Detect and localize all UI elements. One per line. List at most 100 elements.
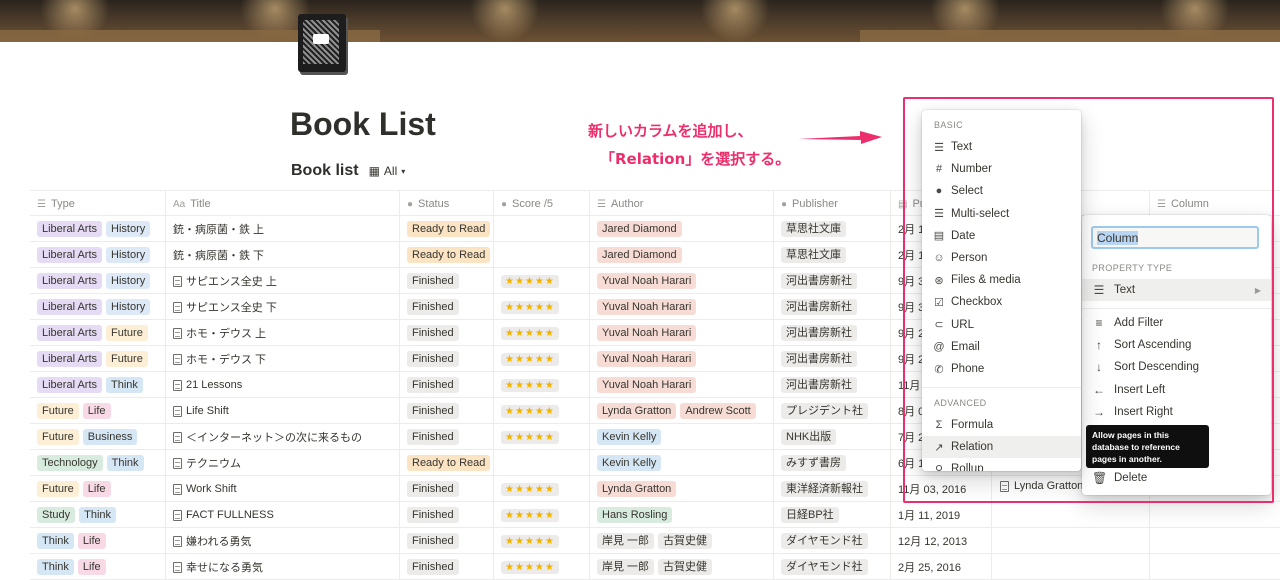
author-cell[interactable]: Lynda Gratton Andrew Scott — [590, 398, 774, 424]
status-cell[interactable]: Finished — [400, 268, 494, 294]
header-author[interactable]: ☰ Author — [590, 191, 774, 217]
title-cell[interactable]: テクニウム — [166, 450, 400, 476]
type-cell[interactable]: Liberal Arts History — [30, 268, 166, 294]
type-cell[interactable]: Future Business — [30, 424, 166, 450]
sort-ascending-button[interactable]: ↑ Sort Ascending — [1082, 334, 1271, 356]
sort-descending-button[interactable]: ↓ Sort Descending — [1082, 356, 1271, 378]
title-cell[interactable]: Work Shift — [166, 476, 400, 502]
status-cell[interactable]: Ready to Read — [400, 242, 494, 268]
title-cell[interactable]: 幸せになる勇気 — [166, 554, 400, 580]
score-cell[interactable]: ★★★★★ — [494, 320, 590, 346]
type-cell[interactable]: Liberal Arts Future — [30, 346, 166, 372]
title-cell[interactable]: ホモ・デウス 上 — [166, 320, 400, 346]
published-cell[interactable]: 12月 12, 2013 — [891, 528, 992, 554]
author-cell[interactable]: Yuval Noah Harari — [590, 320, 774, 346]
score-cell[interactable] — [494, 242, 590, 268]
table-row[interactable]: Think Life 幸せになる勇気 Finished ★★★★★ 岸見 一郎 古賀史健 ダイ… — [30, 554, 1280, 580]
title-cell[interactable]: 銃・病原菌・鉄 下 — [166, 242, 400, 268]
table-row[interactable]: Think Life 嫌われる勇気 Finished ★★★★★ 岸見 一郎 古賀史健 ダイヤ… — [30, 528, 1280, 554]
status-cell[interactable]: Finished — [400, 320, 494, 346]
status-cell[interactable]: Finished — [400, 476, 494, 502]
publisher-cell[interactable]: プレジデント社 — [774, 398, 891, 424]
property-type-selector[interactable]: ☰ Text ▶ — [1082, 279, 1271, 301]
type-cell[interactable]: Think Life — [30, 528, 166, 554]
table-row[interactable]: Study Think FACT FULLNESS Finished ★★★★★ Hans… — [30, 502, 1280, 528]
header-publisher[interactable]: ● Publisher — [774, 191, 891, 217]
title-cell[interactable]: ＜インターネット＞の次に来るもの — [166, 424, 400, 450]
column-cell[interactable] — [1150, 528, 1280, 554]
type-cell[interactable]: Liberal Arts History — [30, 294, 166, 320]
author-cell[interactable]: Jared Diamond — [590, 242, 774, 268]
view-selector[interactable]: ▦ All ▾ — [369, 164, 406, 178]
score-cell[interactable]: ★★★★★ — [494, 502, 590, 528]
delete-property-button[interactable]: 🗑 Delete — [1082, 467, 1271, 489]
author-cell[interactable]: Yuval Noah Harari — [590, 294, 774, 320]
type-cell[interactable]: Liberal Arts Future — [30, 320, 166, 346]
title-cell[interactable]: 21 Lessons — [166, 372, 400, 398]
type-cell[interactable]: Future Life — [30, 476, 166, 502]
insert-left-button[interactable]: ← Insert Left — [1082, 379, 1271, 401]
published-cell[interactable]: 11月 03, 2016 — [891, 476, 992, 502]
score-cell[interactable]: ★★★★★ — [494, 346, 590, 372]
author-cell[interactable]: Yuval Noah Harari — [590, 372, 774, 398]
type-cell[interactable]: Think Life — [30, 554, 166, 580]
score-cell[interactable]: ★★★★★ — [494, 554, 590, 580]
view-title[interactable]: Book list — [291, 162, 359, 180]
title-cell[interactable]: サピエンス全史 下 — [166, 294, 400, 320]
score-cell[interactable]: ★★★★★ — [494, 424, 590, 450]
score-cell[interactable]: ★★★★★ — [494, 268, 590, 294]
hidden-cell[interactable] — [992, 528, 1150, 554]
type-cell[interactable]: Study Think — [30, 502, 166, 528]
title-cell[interactable]: 嫌われる勇気 — [166, 528, 400, 554]
page-title[interactable]: Book List — [290, 106, 436, 143]
publisher-cell[interactable]: 草思社文庫 — [774, 216, 891, 242]
status-cell[interactable]: Ready to Read — [400, 450, 494, 476]
insert-right-button[interactable]: → Insert Right — [1082, 401, 1271, 423]
menu-item-relation[interactable]: ↗ Relation — [922, 436, 1081, 459]
publisher-cell[interactable]: 河出書房新社 — [774, 320, 891, 346]
title-cell[interactable]: ホモ・デウス 下 — [166, 346, 400, 372]
title-cell[interactable]: FACT FULLNESS — [166, 502, 400, 528]
hidden-cell[interactable] — [992, 502, 1150, 528]
score-cell[interactable] — [494, 450, 590, 476]
type-cell[interactable]: Liberal Arts Think — [30, 372, 166, 398]
author-cell[interactable]: 岸見 一郎 古賀史健 — [590, 554, 774, 580]
author-cell[interactable]: 岸見 一郎 古賀史健 — [590, 528, 774, 554]
menu-item-formula[interactable]: Σ Formula — [922, 414, 1081, 436]
publisher-cell[interactable]: 河出書房新社 — [774, 372, 891, 398]
published-cell[interactable]: 2月 25, 2016 — [891, 554, 992, 580]
property-name-input[interactable]: Column — [1091, 226, 1259, 249]
header-title[interactable]: Aa Title — [166, 191, 400, 217]
publisher-cell[interactable]: 東洋経済新報社 — [774, 476, 891, 502]
author-cell[interactable]: Yuval Noah Harari — [590, 346, 774, 372]
menu-item-multi-select[interactable]: ☰ Multi-select — [922, 203, 1081, 225]
author-cell[interactable]: Kevin Kelly — [590, 450, 774, 476]
title-cell[interactable]: 銃・病原菌・鉄 上 — [166, 216, 400, 242]
author-cell[interactable]: Jared Diamond — [590, 216, 774, 242]
status-cell[interactable]: Finished — [400, 372, 494, 398]
menu-item-person[interactable]: ☺ Person — [922, 247, 1081, 269]
publisher-cell[interactable]: みすず書房 — [774, 450, 891, 476]
publisher-cell[interactable]: 河出書房新社 — [774, 268, 891, 294]
status-cell[interactable]: Finished — [400, 528, 494, 554]
status-cell[interactable]: Finished — [400, 398, 494, 424]
publisher-cell[interactable]: 草思社文庫 — [774, 242, 891, 268]
status-cell[interactable]: Finished — [400, 554, 494, 580]
publisher-cell[interactable]: 河出書房新社 — [774, 346, 891, 372]
menu-item-rollup[interactable]: ⚲ Rollup — [922, 458, 1081, 471]
score-cell[interactable]: ★★★★★ — [494, 528, 590, 554]
author-cell[interactable]: Lynda Gratton — [590, 476, 774, 502]
menu-item-phone[interactable]: ✆ Phone — [922, 358, 1081, 380]
menu-item-text[interactable]: ☰ Text — [922, 136, 1081, 158]
score-cell[interactable] — [494, 216, 590, 242]
menu-item-checkbox[interactable]: ☑ Checkbox — [922, 291, 1081, 313]
author-cell[interactable]: Yuval Noah Harari — [590, 268, 774, 294]
title-cell[interactable]: サピエンス全史 上 — [166, 268, 400, 294]
author-cell[interactable]: Kevin Kelly — [590, 424, 774, 450]
score-cell[interactable]: ★★★★★ — [494, 476, 590, 502]
notebook-icon[interactable] — [298, 14, 346, 72]
score-cell[interactable]: ★★★★★ — [494, 372, 590, 398]
column-cell[interactable] — [1150, 502, 1280, 528]
status-cell[interactable]: Finished — [400, 346, 494, 372]
status-cell[interactable]: Ready to Read — [400, 216, 494, 242]
